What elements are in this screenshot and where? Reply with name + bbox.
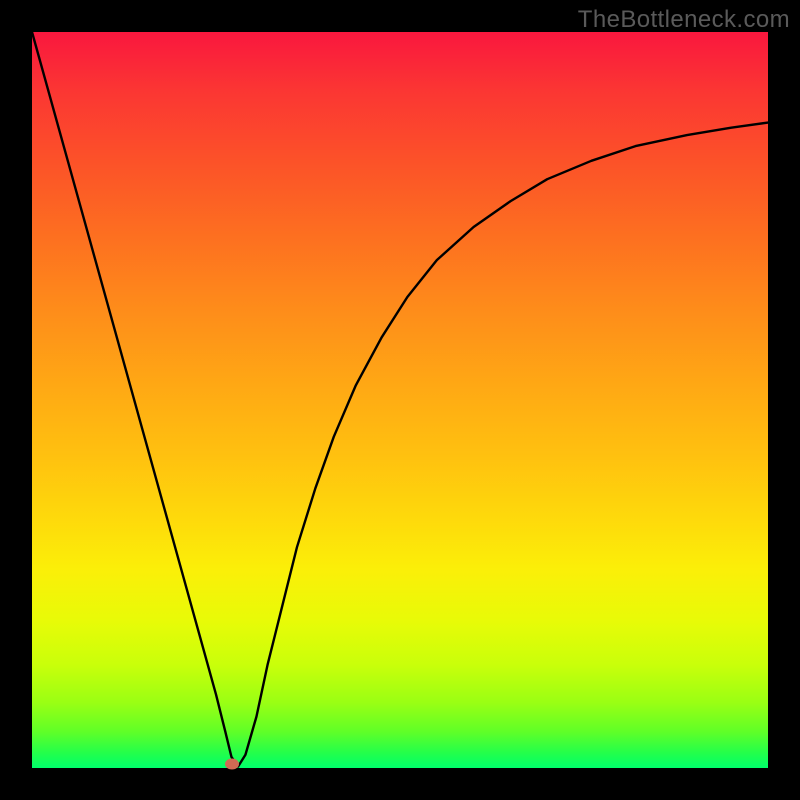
- bottleneck-curve: [32, 32, 768, 767]
- minimum-marker-dot: [225, 759, 239, 770]
- gradient-plot-area: [32, 32, 768, 768]
- chart-frame: TheBottleneck.com: [0, 0, 800, 800]
- curve-layer: [32, 32, 768, 768]
- watermark-text: TheBottleneck.com: [578, 6, 790, 34]
